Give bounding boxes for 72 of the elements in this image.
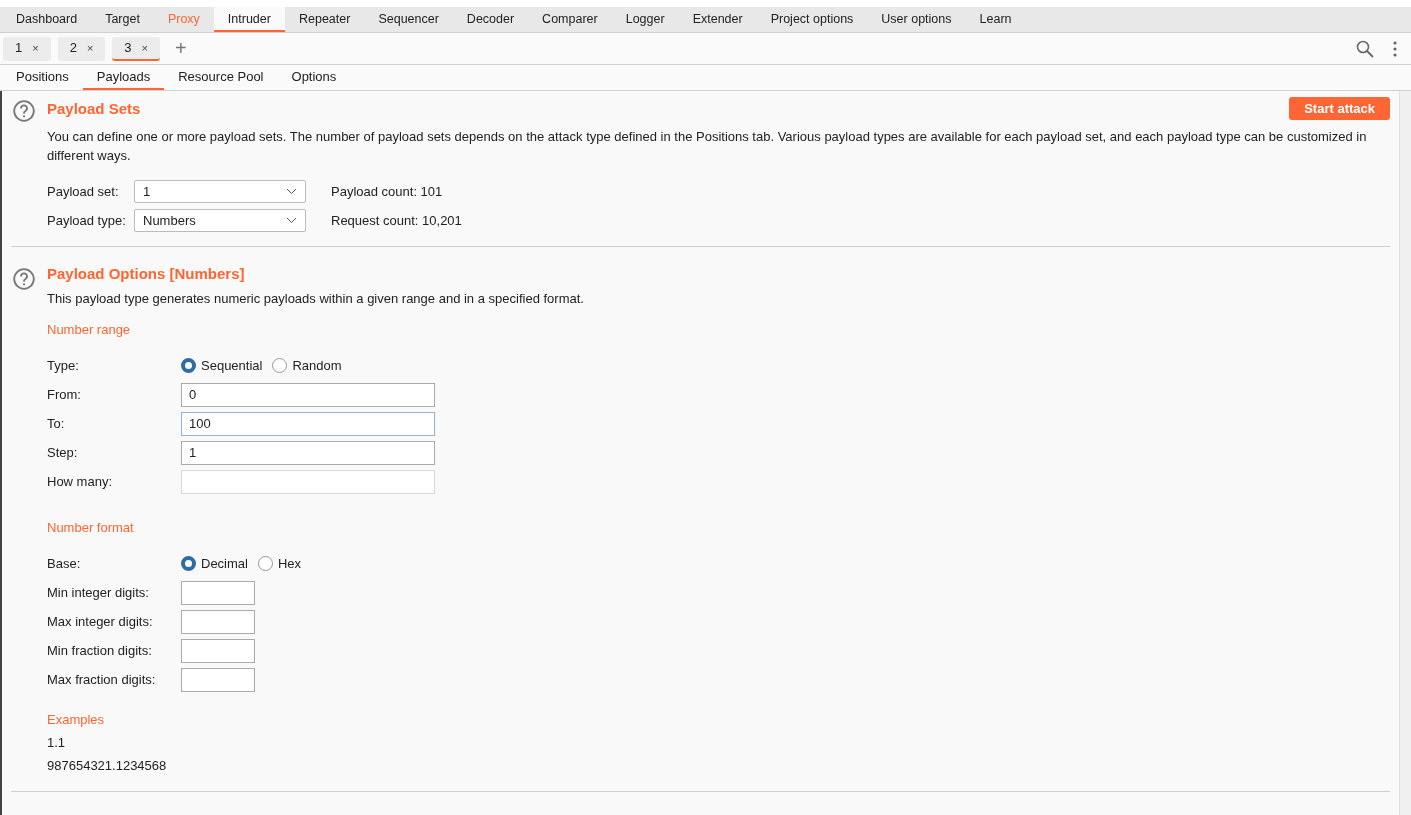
main-tab[interactable]: Sequencer [364,7,453,32]
sub-tab[interactable]: Resource Pool [164,65,278,90]
attack-tab[interactable]: 3 × [112,36,160,61]
section-description: You can define one or more payload sets. The number of payload sets depends on the attack type defined in the Positions tab. Various payload types are available for each payload set, and each payload type can be customized in different ways. [47,128,1368,165]
search-icon[interactable] [1356,39,1374,58]
section-title: Payload Sets [47,100,141,117]
dropdown[interactable]: 1 [134,180,306,203]
input-field[interactable] [181,638,255,663]
field-label: From: [47,387,82,402]
radio-label: Decimal [201,556,248,571]
main-tab[interactable]: Learn [965,7,1026,32]
field-label: Min fraction digits: [47,643,153,658]
radio-label: Hex [277,556,302,571]
sub-tab[interactable]: Positions [2,65,83,90]
radio-button[interactable] [181,358,196,373]
input-field[interactable] [181,580,255,605]
example-text: 987654321.1234568 [47,757,168,775]
field-label: Payload set: [47,184,120,199]
more-icon[interactable] [1393,40,1397,57]
radio-button[interactable] [257,556,273,571]
tab-label: 1 [15,40,23,55]
field-label: Type: [47,358,80,373]
chevron-down-icon [286,217,297,224]
field-label: Max fraction digits: [47,672,157,687]
tab-label: 2 [69,40,77,55]
count-text: Request count: 10,201 [331,213,462,228]
sub-tab[interactable]: Options [277,65,351,90]
close-icon[interactable]: × [86,41,94,54]
main-tab[interactable]: Target [91,7,154,32]
field-label: How many: [47,474,114,489]
chevron-down-icon [286,188,297,195]
close-icon[interactable]: × [32,41,39,54]
group-heading: Number format [47,520,135,535]
dropdown[interactable]: Numbers [134,209,306,232]
close-icon[interactable]: × [141,41,148,54]
main-tab[interactable]: Project options [756,7,868,32]
example-text: 1.1 [47,734,67,752]
tab-label: 3 [124,40,132,55]
field-label: Base: [47,556,82,571]
main-tab[interactable]: Extender [678,7,757,32]
help-icon[interactable] [13,100,35,122]
field-label: To: [47,416,66,431]
main-tab[interactable]: Logger [611,7,679,32]
section-description: This payload type generates numeric payloads within a given range and in a specified format. [47,290,585,308]
field-label: Step: [47,445,79,460]
group-heading: Number range [47,322,132,337]
attack-tab[interactable]: 2 × [57,36,106,61]
input-field[interactable]: 1 [181,440,435,465]
scrollbar-track[interactable] [1399,91,1411,815]
main-tab[interactable]: Decoder [452,7,529,32]
field-label: Max integer digits: [47,614,154,629]
radio-button[interactable] [272,358,288,373]
radio-label: Sequential [201,358,263,373]
radio-button[interactable] [181,556,196,571]
radio-label: Random [292,358,342,373]
input-field[interactable] [181,609,255,634]
attack-tab[interactable]: 1 × [3,36,51,61]
main-tab[interactable]: Comparer [528,7,612,32]
main-tab[interactable]: Dashboard [2,7,92,32]
input-field[interactable]: 0 [181,382,435,407]
main-tab[interactable]: User options [867,7,966,32]
help-icon[interactable] [13,268,35,290]
group-heading: Examples [47,712,106,727]
field-label: Min integer digits: [47,585,150,600]
input-field[interactable] [181,667,255,692]
main-tab[interactable]: Intruder [213,7,285,32]
input-field[interactable]: 100 [181,411,435,436]
count-text: Payload count: 101 [331,184,443,199]
main-tab[interactable]: Repeater [284,7,365,32]
field-label: Payload type: [47,213,127,228]
section-title: Payload Options [Numbers] [47,265,246,282]
add-tab-button[interactable]: + [175,37,187,60]
